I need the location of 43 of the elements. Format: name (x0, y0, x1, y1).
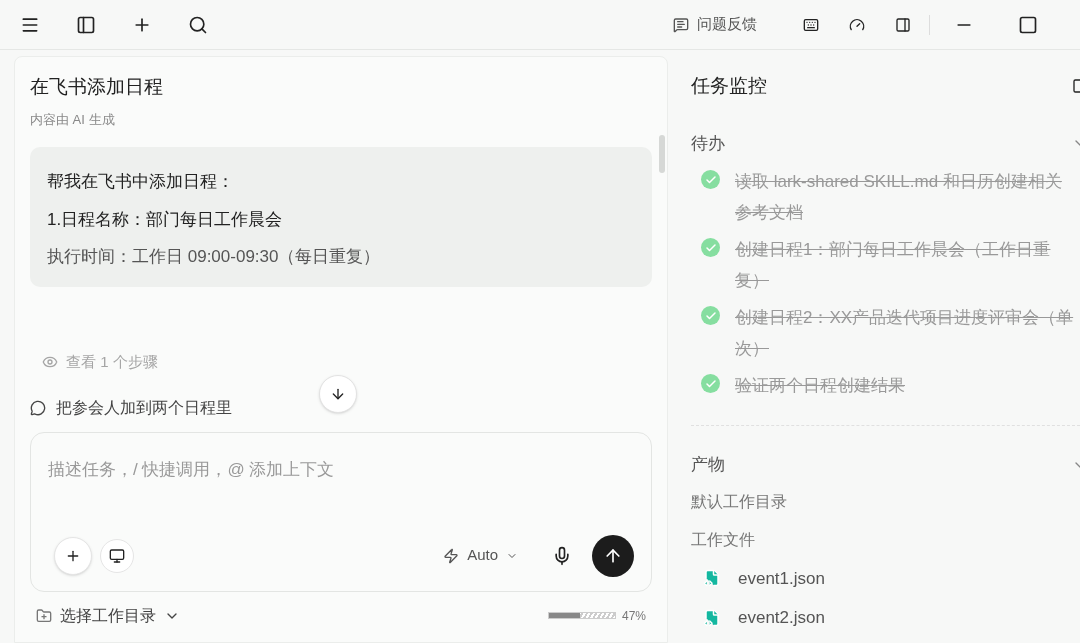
context-reading: 47% (621, 607, 646, 625)
maximize-icon[interactable] (1018, 14, 1038, 35)
task-input[interactable]: 描述任务，/ 快捷调用，@ 添加上下文 (48, 456, 634, 482)
feedback-icon (673, 16, 689, 33)
ai-notice: 内容由 AI 生成 (30, 110, 116, 129)
file-item[interactable]: event2.json (703, 605, 1080, 631)
message-line: 执行时间：工作日 09:00-09:30（每日重复） (47, 246, 382, 268)
chat-title: 在飞书添加日程 (30, 75, 164, 99)
search-icon[interactable] (188, 14, 208, 35)
mode-dropdown[interactable]: Auto (443, 544, 518, 567)
keyboard-icon[interactable] (803, 16, 819, 33)
sidebar-toggle-icon[interactable] (76, 14, 96, 35)
workdir-button[interactable]: 选择工作目录 (36, 603, 180, 628)
monitor-icon (109, 547, 125, 564)
default-dir-label: 默认工作目录 (691, 491, 788, 512)
suggestion-link[interactable]: 把参会人加到两个日程里 (56, 395, 232, 420)
outputs-heading: 产物 (691, 454, 725, 476)
arrow-down-icon (330, 386, 346, 402)
todo-text: 读取 lark-shared SKILL.md 和日历创建相关参考文档 (735, 171, 1063, 224)
message-line: 1.日程名称：部门每日工作晨会 (47, 208, 284, 231)
folder-plus-icon (36, 607, 52, 624)
gauge-icon[interactable] (849, 16, 865, 33)
code-file-icon (703, 568, 721, 589)
todo-heading: 待办 (691, 132, 725, 155)
context-meter (547, 612, 616, 619)
lightning-icon (443, 547, 460, 564)
files-label: 工作文件 (691, 529, 756, 550)
scrollbar-thumb (659, 135, 665, 173)
feedback-button[interactable]: 问题反馈 (673, 13, 757, 36)
todo-text: 验证两个日程创建结果 (735, 375, 905, 397)
right-panel-icon[interactable] (895, 16, 911, 33)
comment-icon (30, 399, 46, 416)
send-button[interactable] (592, 534, 634, 577)
todo-text: 创建日程2：XX产品迭代项目进度评审会（单次） (735, 307, 1075, 360)
add-button[interactable] (54, 536, 92, 575)
code-file-icon (703, 607, 721, 628)
file-item[interactable]: event1.json (703, 565, 1080, 591)
monitor-title: 任务监控 (691, 74, 767, 98)
screen-button[interactable] (100, 538, 134, 573)
message-line: 帮我在飞书中添加日程： (47, 171, 235, 193)
microphone-icon[interactable] (552, 545, 572, 566)
scroll-down-button[interactable] (319, 375, 357, 413)
todo-text: 创建日程1：部门每日工作晨会（工作日重复） (735, 239, 1052, 292)
